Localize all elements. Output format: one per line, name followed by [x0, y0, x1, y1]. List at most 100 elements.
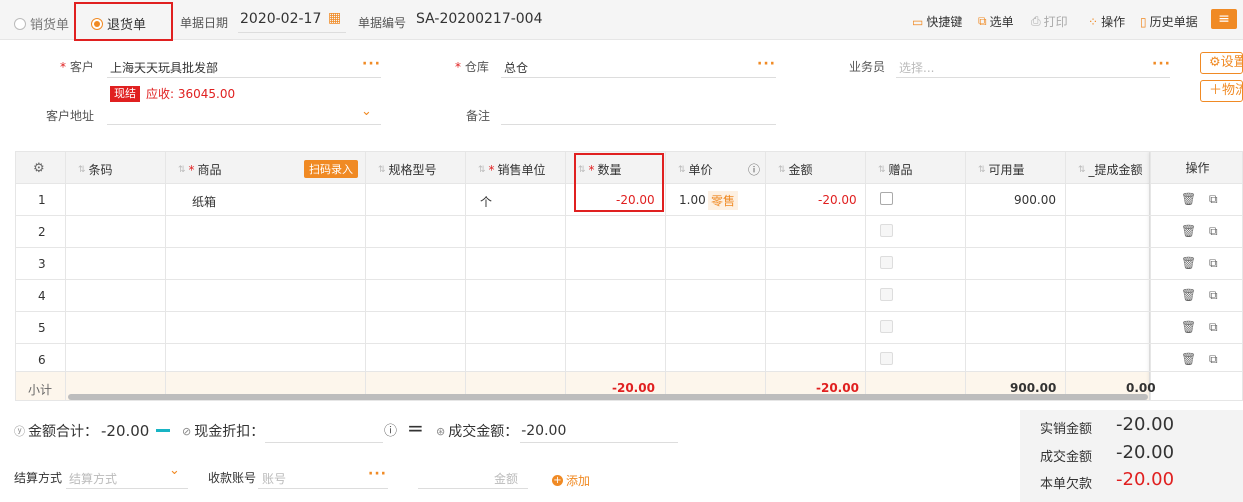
- header-product[interactable]: ⇅ * 商品: [178, 161, 222, 178]
- header-commission[interactable]: ⇅ _提成金额: [1078, 161, 1143, 178]
- table-row[interactable]: 3: [16, 248, 1242, 280]
- account-input[interactable]: [258, 488, 388, 489]
- operation-button[interactable]: ⁘ 操作: [1088, 13, 1125, 30]
- total-label: 金额合计：: [28, 424, 98, 440]
- select-order-label: 选单: [989, 15, 1014, 29]
- owed-label: 本单欠款: [1040, 477, 1093, 492]
- horizontal-scrollbar[interactable]: [68, 394, 1148, 400]
- settings-button[interactable]: ⚙设置: [1200, 52, 1243, 74]
- deal-value: -20.00: [521, 423, 567, 439]
- chevron-down-icon[interactable]: ⌄: [361, 104, 372, 119]
- receivable-text: 应收: 36045.00: [146, 87, 236, 101]
- row-number: 5: [38, 321, 46, 335]
- more-icon[interactable]: ···: [1152, 56, 1171, 72]
- discount-input[interactable]: [265, 442, 383, 443]
- subtotal-label: 小计: [28, 383, 53, 397]
- date-label: 单据日期: [180, 16, 229, 30]
- sales-order-radio[interactable]: 销货单: [14, 14, 69, 33]
- header-spec[interactable]: ⇅ 规格型号: [378, 161, 437, 178]
- logistics-button[interactable]: ＋物流: [1200, 80, 1243, 102]
- add-payment-button[interactable]: + 添加: [552, 472, 590, 489]
- number-label: 单据编号: [358, 16, 407, 30]
- operation-label: 操作: [1101, 15, 1126, 29]
- menu-icon[interactable]: ≡: [1211, 9, 1237, 29]
- amount-input[interactable]: [418, 488, 528, 489]
- yen-icon: ⓨ: [14, 425, 25, 438]
- sort-icon: ⇅: [678, 164, 686, 175]
- total-amount: ⓨ 金额合计： -20.00: [14, 421, 149, 441]
- gift-checkbox[interactable]: [880, 224, 893, 237]
- history-button[interactable]: ▯ 历史单据: [1140, 13, 1198, 30]
- header-commission-label: _提成金额: [1088, 163, 1143, 177]
- more-icon[interactable]: ···: [757, 56, 776, 72]
- header-price-label: 单价: [688, 163, 713, 177]
- settle-select[interactable]: [66, 488, 188, 489]
- gift-checkbox[interactable]: [880, 288, 893, 301]
- chevron-down-icon[interactable]: ⌄: [169, 463, 180, 478]
- remark-field[interactable]: [501, 101, 776, 125]
- actual-sales-label: 实销金额: [1040, 422, 1093, 437]
- warehouse-label: 仓库: [464, 60, 489, 74]
- table-row[interactable]: 2: [16, 216, 1242, 248]
- warehouse-field[interactable]: [501, 54, 776, 78]
- table-row[interactable]: 5: [16, 312, 1242, 344]
- sort-icon: ⇅: [378, 164, 386, 175]
- header-unit[interactable]: ⇅ * 销售单位: [478, 161, 546, 178]
- required-star: *: [488, 162, 495, 177]
- highlight-box: [74, 2, 173, 41]
- equals-icon: =: [407, 416, 424, 440]
- top-toolbar: 销货单 退货单 单据日期 2020-02-17 ▦ 单据编号 SA-202002…: [0, 0, 1243, 41]
- address-field[interactable]: [107, 101, 381, 125]
- select-order-button[interactable]: ⧉ 选单: [978, 13, 1014, 30]
- settings-label: 设置: [1220, 55, 1242, 70]
- table-row[interactable]: 6: [16, 344, 1242, 372]
- row-number: 3: [38, 257, 46, 271]
- header-barcode[interactable]: ⇅ 条码: [78, 161, 113, 178]
- summary-panel: 实销金额 -20.00 成交金额 -20.00 本单欠款 -20.00: [1020, 410, 1243, 502]
- shortcut-button[interactable]: ▭ 快捷键: [912, 13, 962, 30]
- sort-icon: ⇅: [878, 164, 886, 175]
- date-input[interactable]: 2020-02-17: [240, 11, 321, 27]
- header-available[interactable]: ⇅ 可用量: [978, 161, 1025, 178]
- header-price[interactable]: ⇅ 单价: [678, 161, 713, 178]
- deal-amount: ⊛ 成交金额： -20.00: [436, 421, 566, 441]
- scan-entry-button[interactable]: 扫码录入: [304, 160, 358, 178]
- header-gift[interactable]: ⇅ 赠品: [878, 161, 913, 178]
- more-icon[interactable]: ···: [368, 466, 387, 482]
- amount-cell[interactable]: -20.00: [818, 193, 857, 207]
- summary-deal-value: -20.00: [1116, 442, 1175, 463]
- row-number: 6: [38, 353, 46, 367]
- calendar-icon[interactable]: ▦: [328, 10, 341, 26]
- header-gift-label: 赠品: [888, 163, 913, 177]
- customer-value: 上海天天玩具批发部: [110, 61, 219, 75]
- gift-checkbox[interactable]: [880, 320, 893, 333]
- account-label: 收款账号: [208, 471, 257, 485]
- gear-icon[interactable]: ⚙: [33, 161, 45, 176]
- gift-checkbox[interactable]: [880, 192, 893, 205]
- gift-checkbox[interactable]: [880, 352, 893, 365]
- product-cell[interactable]: 纸箱: [192, 193, 216, 210]
- salesman-placeholder: 选择...: [899, 61, 935, 75]
- owed-value: -20.00: [1116, 469, 1175, 490]
- required-star: *: [455, 60, 465, 74]
- unit-cell[interactable]: 个: [480, 193, 492, 210]
- sort-icon: ⇅: [978, 164, 986, 175]
- salesman-field[interactable]: [896, 54, 1170, 78]
- more-icon[interactable]: ···: [362, 56, 381, 72]
- grid-icon: ⁘: [1088, 14, 1099, 29]
- add-label: 添加: [566, 474, 591, 488]
- deal-icon: ⊛: [436, 424, 446, 438]
- gift-checkbox[interactable]: [880, 256, 893, 269]
- table-row[interactable]: 4: [16, 280, 1242, 312]
- row-number: 4: [38, 289, 46, 303]
- price-cell[interactable]: 1.00: [679, 193, 706, 207]
- header-amount[interactable]: ⇅ 金额: [778, 161, 813, 178]
- price-type-tag[interactable]: 零售: [708, 191, 739, 210]
- help-icon[interactable]: ⓘ: [384, 420, 397, 439]
- printer-icon: ⎙: [1031, 14, 1041, 28]
- header-product-label: 商品: [197, 163, 222, 177]
- salesman-label: 业务员: [849, 60, 886, 74]
- print-button[interactable]: ⎙ 打印: [1031, 13, 1068, 30]
- help-icon[interactable]: ⓘ: [748, 161, 760, 178]
- shortcut-label: 快捷键: [926, 15, 963, 29]
